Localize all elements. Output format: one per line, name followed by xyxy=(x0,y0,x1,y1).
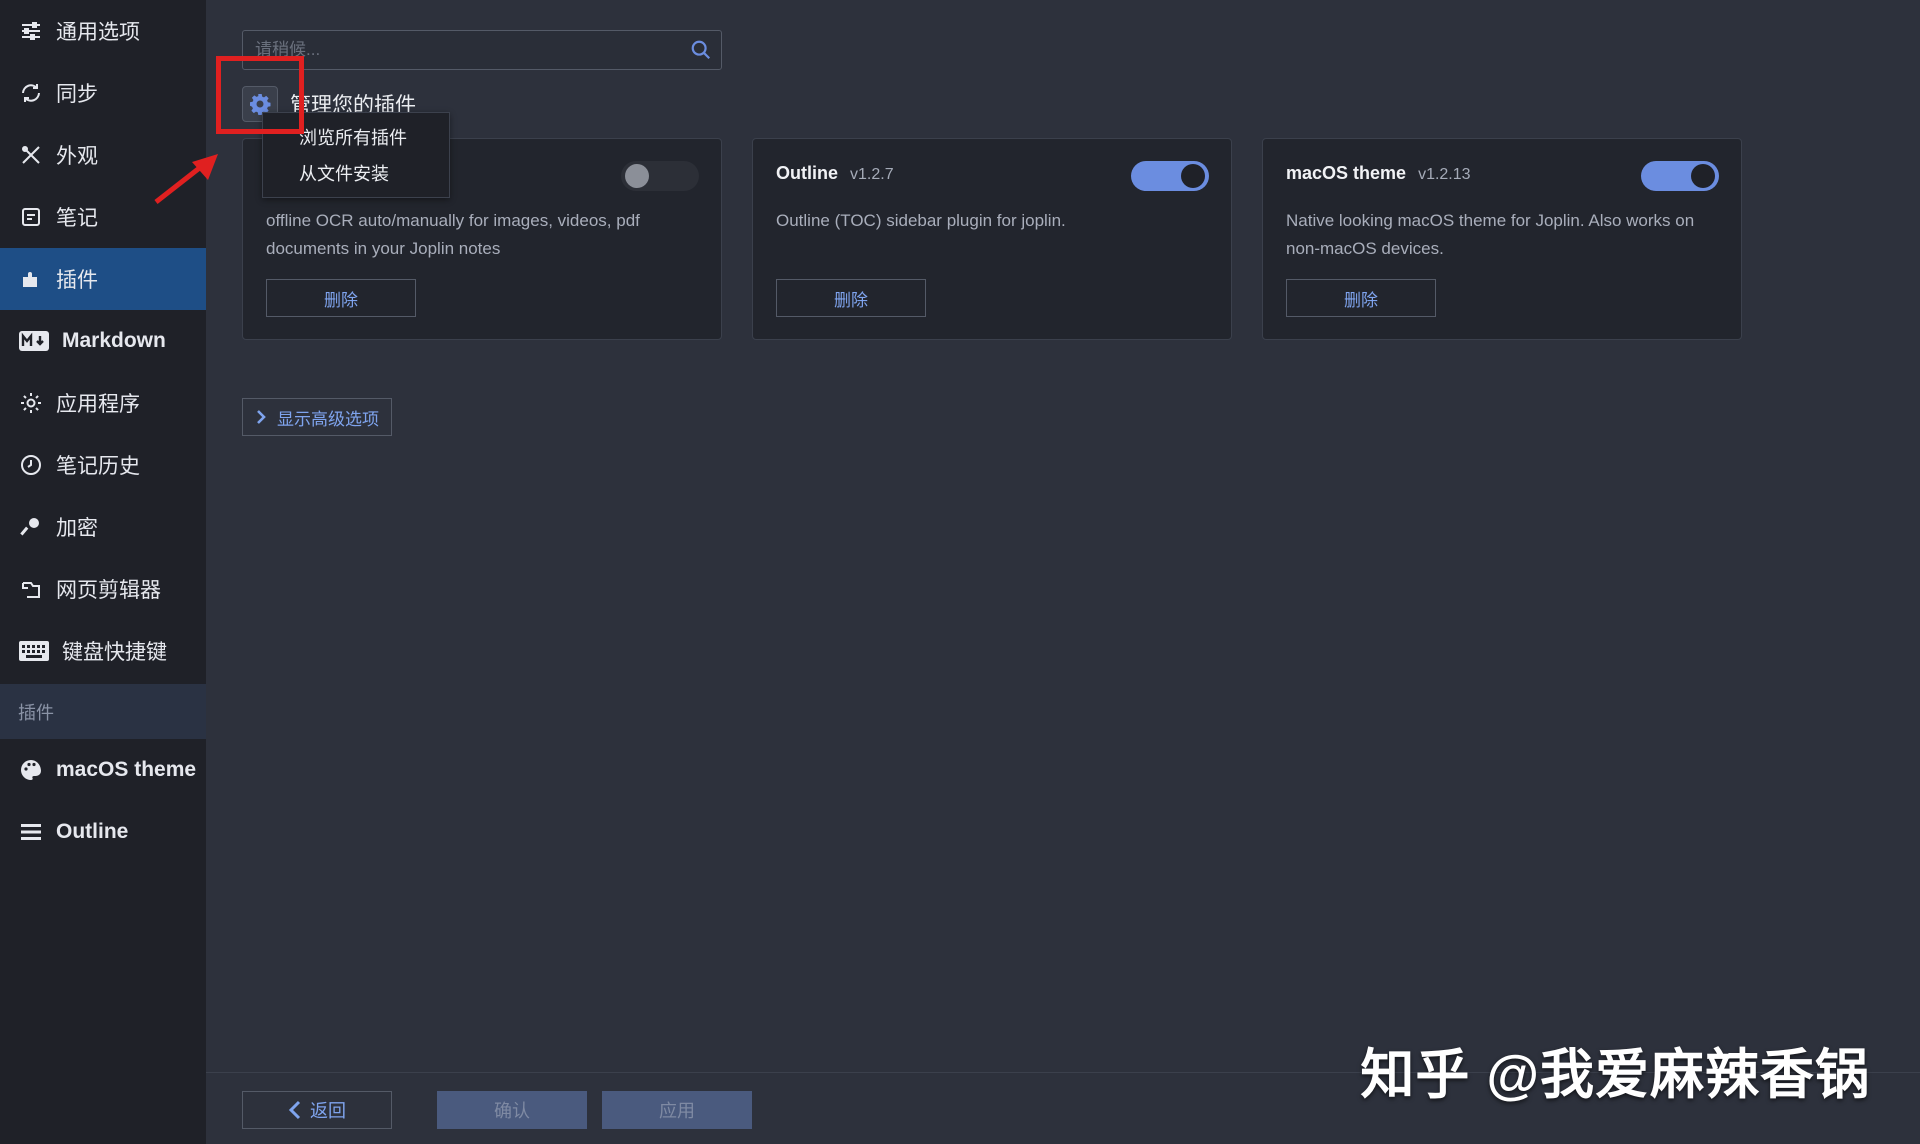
sidebar-item-plugins[interactable]: 插件 xyxy=(0,248,206,310)
history-icon xyxy=(18,452,44,478)
delete-plugin-button[interactable]: 删除 xyxy=(266,279,416,317)
sidebar-item-macos-theme[interactable]: macOS theme xyxy=(0,739,206,801)
plugin-name: macOS theme xyxy=(1286,163,1407,183)
sidebar-item-note[interactable]: 笔记 xyxy=(0,186,206,248)
footer-bar: 返回 确认 应用 xyxy=(206,1072,1920,1144)
confirm-button[interactable]: 确认 xyxy=(437,1091,587,1129)
search-input[interactable] xyxy=(243,31,681,69)
apply-button[interactable]: 应用 xyxy=(602,1091,752,1129)
sidebar-item-label: 笔记 xyxy=(56,207,98,230)
key-icon xyxy=(18,514,44,540)
delete-plugin-button[interactable]: 删除 xyxy=(776,279,926,317)
main-panel: 管理您的插件 浏览所有插件 从文件安装 offline OCR auto/man… xyxy=(154,0,1920,1144)
sidebar-item-note-history[interactable]: 笔记历史 xyxy=(0,434,206,496)
back-button[interactable]: 返回 xyxy=(242,1091,392,1129)
sidebar-item-appearance[interactable]: 外观 xyxy=(0,124,206,186)
show-advanced-button[interactable]: 显示高级选项 xyxy=(242,398,392,436)
plugin-description: Native looking macOS theme for Joplin. A… xyxy=(1286,211,1695,258)
menu-icon xyxy=(18,819,44,845)
plugin-version: v1.2.7 xyxy=(850,166,894,183)
sidebar-item-application[interactable]: 应用程序 xyxy=(0,372,206,434)
sidebar: 通用选项 同步 外观 笔记 插件 Markdown 应用程序 笔记历史 加密 网… xyxy=(0,0,206,1144)
sidebar-item-markdown[interactable]: Markdown xyxy=(0,310,206,372)
plugin-name: Outline xyxy=(776,163,838,183)
sidebar-item-label: 通用选项 xyxy=(56,21,140,44)
chevron-right-icon xyxy=(255,409,267,425)
sidebar-item-keyboard-shortcuts[interactable]: 键盘快捷键 xyxy=(0,620,206,682)
plugin-tools-menu: 浏览所有插件 从文件安装 xyxy=(262,112,450,198)
sidebar-item-label: 应用程序 xyxy=(56,393,140,416)
search-icon[interactable] xyxy=(681,39,721,61)
sidebar-item-label: 键盘快捷键 xyxy=(62,641,167,664)
delete-plugin-button[interactable]: 删除 xyxy=(1286,279,1436,317)
plugin-card-outline: Outline v1.2.7 Outline (TOC) sidebar plu… xyxy=(752,138,1232,340)
sidebar-item-label: Markdown xyxy=(62,329,166,352)
paint-icon xyxy=(18,142,44,168)
palette-icon xyxy=(18,757,44,783)
plugin-card-macos-theme: macOS theme v1.2.13 Native looking macOS… xyxy=(1262,138,1742,340)
sidebar-item-label: Outline xyxy=(56,820,129,843)
plugin-search xyxy=(242,30,722,70)
chevron-left-icon xyxy=(288,1100,302,1120)
clipper-icon xyxy=(18,576,44,602)
plugin-description: Outline (TOC) sidebar plugin for joplin. xyxy=(776,211,1066,230)
back-label: 返回 xyxy=(310,1101,346,1121)
gear-icon xyxy=(18,390,44,416)
sidebar-section-plugins: 插件 xyxy=(0,684,206,739)
sidebar-item-label: macOS theme xyxy=(56,758,197,781)
keyboard-icon xyxy=(18,638,50,664)
plugin-enable-toggle[interactable] xyxy=(1131,161,1209,191)
puzzle-icon xyxy=(18,266,44,292)
sidebar-item-general[interactable]: 通用选项 xyxy=(0,0,206,62)
sync-icon xyxy=(18,80,44,106)
show-advanced-label: 显示高级选项 xyxy=(277,409,379,429)
plugin-enable-toggle[interactable] xyxy=(1641,161,1719,191)
note-icon xyxy=(18,204,44,230)
markdown-icon xyxy=(18,328,50,354)
menu-item-install-from-file[interactable]: 从文件安装 xyxy=(263,155,449,191)
sidebar-item-web-clipper[interactable]: 网页剪辑器 xyxy=(0,558,206,620)
plugin-version: v1.2.13 xyxy=(1418,166,1471,183)
sliders-icon xyxy=(18,18,44,44)
sidebar-item-label: 笔记历史 xyxy=(56,455,140,478)
plugin-description: offline OCR auto/manually for images, vi… xyxy=(266,211,640,258)
sidebar-item-outline[interactable]: Outline xyxy=(0,801,206,863)
sidebar-item-label: 外观 xyxy=(56,145,98,168)
sidebar-item-label: 加密 xyxy=(56,517,98,540)
sidebar-item-encryption[interactable]: 加密 xyxy=(0,496,206,558)
sidebar-item-label: 同步 xyxy=(56,83,98,106)
sidebar-item-label: 插件 xyxy=(56,269,98,292)
sidebar-item-label: 网页剪辑器 xyxy=(56,579,161,602)
plugin-enable-toggle[interactable] xyxy=(621,161,699,191)
sidebar-item-sync[interactable]: 同步 xyxy=(0,62,206,124)
menu-item-browse-plugins[interactable]: 浏览所有插件 xyxy=(263,119,449,155)
